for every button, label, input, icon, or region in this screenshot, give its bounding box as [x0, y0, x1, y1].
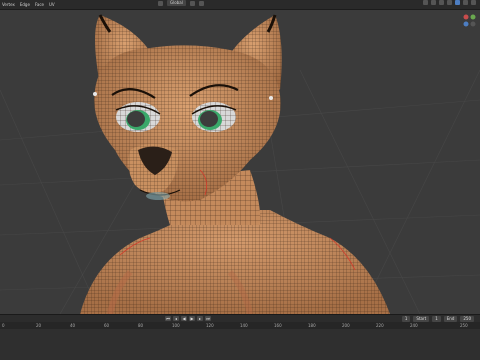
tick-label: 160	[274, 323, 282, 328]
menu-face[interactable]: Face	[35, 0, 44, 9]
solid-shading-icon[interactable]	[455, 0, 460, 5]
tick-label: 60	[104, 323, 110, 328]
tick-label: 20	[36, 323, 42, 328]
y-axis-icon	[470, 14, 476, 20]
jump-end-icon[interactable]: ⏭	[205, 316, 211, 321]
x-axis-icon	[463, 14, 469, 20]
navigation-gizmo[interactable]	[462, 13, 478, 29]
shading-controls	[423, 0, 476, 5]
tick-label: 250	[460, 323, 468, 328]
viewport-header: Vertex Edge Face UV Global	[0, 0, 480, 10]
tick-label: 40	[70, 323, 76, 328]
jump-start-icon[interactable]: ⏮	[165, 316, 171, 321]
character-body	[80, 210, 390, 314]
play-icon[interactable]: ▶	[189, 316, 195, 321]
tick-label: 180	[308, 323, 316, 328]
tick-label: 100	[172, 323, 180, 328]
orientation-dropdown[interactable]: Global	[167, 0, 186, 6]
tick-label: 220	[376, 323, 384, 328]
snap-icon[interactable]	[189, 0, 195, 6]
proportional-icon[interactable]	[198, 0, 204, 6]
camera-icon	[470, 21, 476, 27]
rendered-shading-icon[interactable]	[471, 0, 476, 5]
3d-viewport[interactable]	[0, 10, 480, 314]
overlay-icon[interactable]	[431, 0, 436, 5]
tick-label: 120	[206, 323, 214, 328]
prev-key-icon[interactable]: ◂	[173, 316, 179, 321]
transform-controls: Global	[158, 0, 204, 6]
visibility-icon[interactable]	[423, 0, 428, 5]
xray-icon[interactable]	[439, 0, 444, 5]
menu-edge[interactable]: Edge	[20, 0, 30, 9]
pivot-icon[interactable]	[158, 0, 163, 6]
next-key-icon[interactable]: ▸	[197, 316, 203, 321]
tick-label: 240	[410, 323, 418, 328]
play-reverse-icon[interactable]: ◀	[181, 316, 187, 321]
menu-vertex[interactable]: Vertex	[2, 0, 15, 9]
wireframe-shading-icon[interactable]	[447, 0, 452, 5]
tick-label: 80	[138, 323, 144, 328]
edit-menu: Vertex Edge Face UV	[2, 0, 55, 9]
tick-label: 200	[342, 323, 350, 328]
keyframe-track[interactable]	[0, 329, 480, 360]
tick-label: 0	[2, 323, 5, 328]
timeline-ruler[interactable]: 0 20 40 60 80 100 120 140 160 180 200 22…	[0, 322, 480, 329]
z-axis-icon	[463, 21, 469, 27]
menu-uv[interactable]: UV	[49, 0, 55, 9]
playback-controls: ⏮ ◂ ◀ ▶ ▸ ⏭	[165, 316, 211, 321]
tick-label: 140	[240, 323, 248, 328]
selected-vertex-left	[93, 92, 97, 96]
material-shading-icon[interactable]	[463, 0, 468, 5]
viewport-canvas	[0, 14, 480, 314]
selected-vertex-right	[269, 96, 273, 100]
